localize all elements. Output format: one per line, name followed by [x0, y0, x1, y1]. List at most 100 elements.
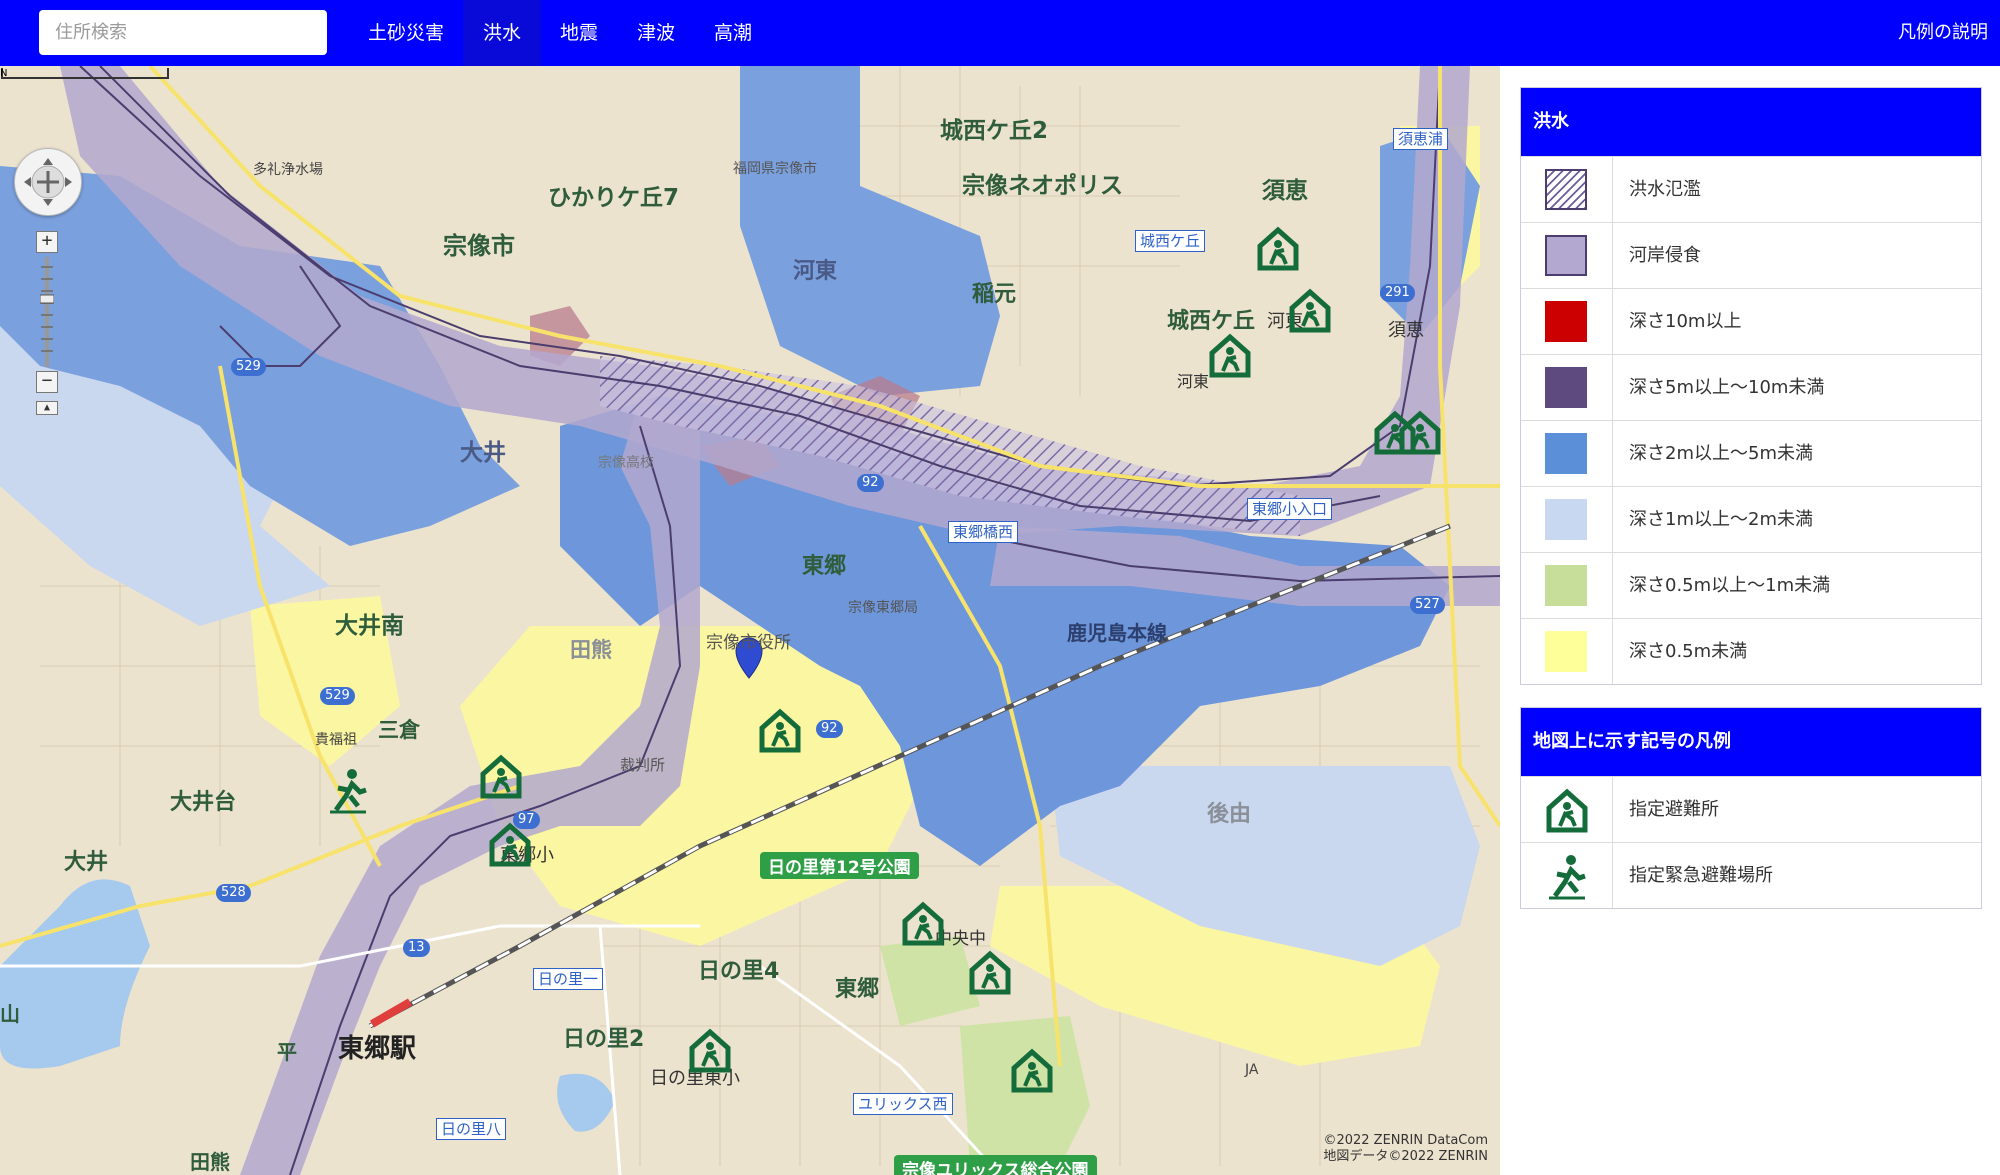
evacuation-shelter-icon[interactable] [1208, 331, 1252, 379]
evacuation-shelter-icon [1546, 788, 1588, 833]
legend-label: 指定避難所 [1629, 799, 1719, 820]
place-label: 鹿児島本線 [1067, 621, 1167, 645]
place-label: ひかりケ丘7 [548, 185, 680, 211]
station-label: 東郷駅 [338, 1034, 417, 1064]
zoom-control: + − ▲ [36, 231, 58, 416]
evacuation-shelter-icon[interactable] [1398, 408, 1442, 456]
place-label: 福岡県宗像市 [733, 161, 817, 177]
hazard-map[interactable]: 城西ケ丘2 宗像ネオポリス 須恵 多礼浄水場 福岡県宗像市 ひかりケ丘7 宗像市… [0, 66, 1500, 1175]
evacuation-shelter-icon[interactable] [1288, 286, 1332, 334]
route-number: 529 [231, 358, 266, 376]
tab-landslide[interactable]: 土砂災害 [348, 0, 464, 66]
legend-label: 深さ0.5m以上～1m未満 [1629, 575, 1831, 596]
evacuation-shelter-icon[interactable] [901, 899, 945, 947]
legend-label: 深さ1m以上～2m未満 [1629, 509, 1813, 530]
legend-label: 深さ5m以上～10m未満 [1629, 377, 1825, 398]
map-copyright: ©2022 ZENRIN DataCom 地図データ©2022 ZENRIN [1323, 1133, 1488, 1165]
legend-label: 指定緊急避難場所 [1629, 865, 1773, 886]
place-label: 城西ケ丘2 [940, 118, 1049, 144]
top-navigation-bar: 土砂災害 洪水 地震 津波 高潮 凡例の説明 [0, 0, 2000, 66]
legend-row: 深さ0.5m以上～1m未満 [1521, 552, 1981, 618]
scale-bar: N [0, 68, 169, 79]
place-label: 須恵 [1388, 320, 1424, 341]
tab-tsunami[interactable]: 津波 [617, 0, 695, 66]
road-sign: 日の里八 [436, 1118, 507, 1140]
place-label: 稲元 [972, 282, 1017, 307]
place-label: 田熊 [570, 638, 612, 662]
place-label: 大井台 [170, 790, 237, 815]
legend-row: 指定避難所 [1521, 776, 1981, 842]
place-label: 河東 [1177, 372, 1210, 391]
color-swatch [1545, 235, 1587, 276]
place-label: JA [1245, 1062, 1259, 1078]
place-label: 多礼浄水場 [253, 162, 323, 178]
legend-row: 深さ2m以上～5m未満 [1521, 420, 1981, 486]
evacuation-shelter-icon[interactable] [688, 1026, 732, 1074]
color-swatch [1545, 565, 1587, 606]
color-swatch [1545, 631, 1587, 672]
color-swatch [1545, 499, 1587, 540]
legend-row: 指定緊急避難場所 [1521, 842, 1981, 908]
legend-row: 深さ5m以上～10m未満 [1521, 354, 1981, 420]
place-label: 宗像市 [443, 232, 515, 260]
place-label: 後由 [1207, 802, 1252, 827]
zoom-slider[interactable] [40, 257, 54, 367]
evacuation-shelter-icon[interactable] [488, 820, 532, 868]
emergency-evacuation-site-icon[interactable] [326, 766, 370, 814]
flood-legend: 洪水 洪水氾濫 河岸侵食 深さ10m以上 深さ5m以上～10m未満 深さ2m以上… [1520, 87, 1982, 685]
place-label: 須恵 [1262, 178, 1308, 204]
color-swatch [1545, 367, 1587, 408]
legend-row: 河岸侵食 [1521, 222, 1981, 288]
symbol-legend-title: 地図上に示す記号の凡例 [1521, 708, 1981, 776]
zoom-out-button[interactable]: − [36, 371, 58, 393]
park-label: 日の里第12号公園 [760, 852, 919, 879]
road-sign: 城西ケ丘 [1135, 230, 1206, 252]
route-number: 13 [403, 939, 430, 957]
hatched-swatch [1545, 169, 1587, 210]
legend-label: 深さ2m以上～5m未満 [1629, 443, 1813, 464]
tab-storm-surge[interactable]: 高潮 [694, 0, 772, 66]
place-label: 日の里2 [563, 1027, 645, 1052]
color-swatch [1545, 301, 1587, 342]
evacuation-shelter-icon[interactable] [479, 752, 523, 800]
zoom-in-button[interactable]: + [36, 231, 58, 253]
place-label: 宗像高校 [598, 455, 654, 471]
road-sign: 日の里一 [533, 968, 604, 990]
legend-help-link[interactable]: 凡例の説明 [1898, 0, 1988, 66]
place-label: 東郷 [802, 554, 847, 579]
park-label: 宗像ユリックス総合公園 [894, 1155, 1097, 1175]
svg-text:N: N [0, 68, 7, 79]
road-sign: 東郷小入口 [1247, 498, 1333, 520]
evacuation-shelter-icon[interactable] [1010, 1046, 1054, 1094]
symbol-legend: 地図上に示す記号の凡例 指定避難所 指定緊急避難場所 [1520, 707, 1982, 909]
evacuation-shelter-icon[interactable] [968, 948, 1012, 996]
route-number: 291 [1380, 284, 1415, 302]
place-label: 大井南 [335, 613, 404, 639]
tab-earthquake[interactable]: 地震 [540, 0, 618, 66]
route-number: 92 [816, 720, 843, 738]
place-label: 大井 [64, 850, 109, 875]
legend-label: 河岸侵食 [1629, 245, 1701, 266]
route-number: 528 [216, 884, 251, 902]
place-label: 東郷 [835, 977, 880, 1002]
place-label: 日の里4 [698, 959, 780, 984]
place-label: 大井 [460, 440, 506, 466]
route-number: 529 [320, 687, 355, 705]
place-label: 宗像ネオポリス [962, 173, 1123, 199]
tab-flood[interactable]: 洪水 [463, 0, 542, 66]
evacuation-shelter-icon[interactable] [758, 706, 802, 754]
legend-row: 深さ10m以上 [1521, 288, 1981, 354]
road-sign: ユリックス西 [853, 1093, 953, 1115]
legend-row: 深さ1m以上～2m未満 [1521, 486, 1981, 552]
map-pan-control[interactable] [14, 148, 82, 216]
address-search-input[interactable] [39, 10, 327, 55]
place-label: 平 [277, 1040, 297, 1064]
place-label: 河東 [793, 259, 838, 284]
emergency-evacuation-site-icon [1549, 855, 1586, 900]
pan-arrows-icon [24, 158, 72, 206]
zoom-reset-button[interactable]: ▲ [36, 401, 58, 415]
place-label: 宗像市役所 [706, 633, 791, 653]
copyright-line: ©2022 ZENRIN DataCom [1323, 1133, 1488, 1148]
evacuation-shelter-icon[interactable] [1256, 224, 1300, 272]
place-label: 三倉 [378, 718, 420, 742]
